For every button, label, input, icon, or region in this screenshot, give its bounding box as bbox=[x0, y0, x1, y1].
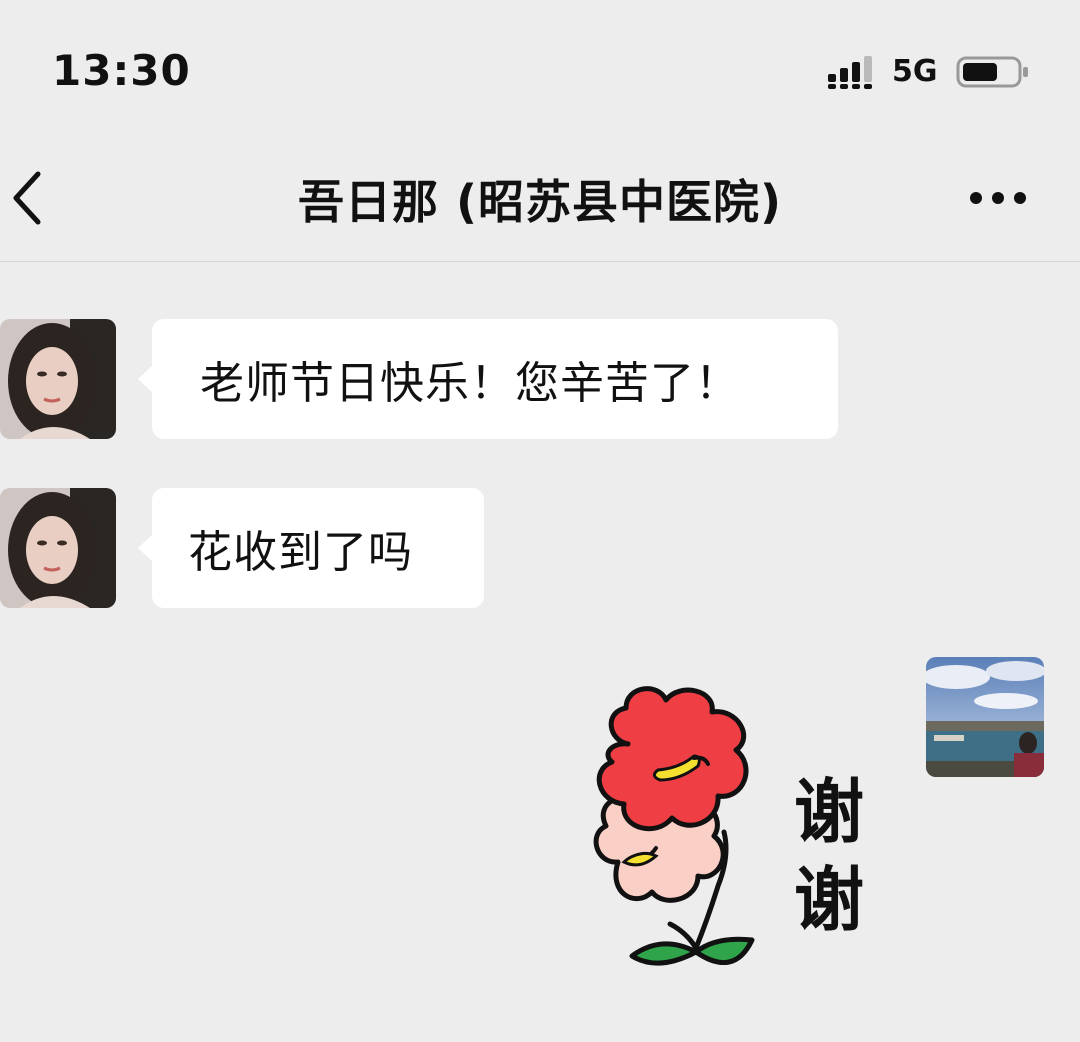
sticker-caption-1: 谢 bbox=[794, 771, 864, 853]
network-label: 5G bbox=[892, 54, 938, 89]
contact-avatar[interactable] bbox=[0, 319, 116, 439]
message-bubble[interactable]: 老师节日快乐！您辛苦了！ bbox=[138, 319, 838, 439]
contact-avatar-image bbox=[0, 319, 116, 439]
signal-icon bbox=[828, 56, 872, 89]
more-dots-icon[interactable] bbox=[966, 180, 1030, 216]
leaf-right bbox=[693, 936, 755, 965]
self-avatar-image bbox=[926, 657, 1044, 777]
red-flower bbox=[596, 686, 749, 832]
message-text: 花收到了吗 bbox=[188, 527, 413, 578]
chat-title: 吾日那 (昭苏县中医院) bbox=[297, 175, 783, 229]
battery-icon bbox=[956, 56, 1028, 88]
status-time: 13:30 bbox=[52, 46, 191, 95]
leaf-left bbox=[629, 941, 699, 966]
message-bubble[interactable]: 花收到了吗 bbox=[138, 488, 484, 608]
contact-avatar-image bbox=[0, 488, 116, 608]
flower-thanks-sticker[interactable]: 谢 谢 bbox=[548, 686, 888, 1006]
contact-avatar[interactable] bbox=[0, 488, 116, 608]
message-text: 老师节日快乐！您辛苦了！ bbox=[200, 358, 740, 409]
sticker-caption-2: 谢 bbox=[794, 859, 864, 941]
self-avatar[interactable] bbox=[926, 657, 1044, 777]
status-bar: 13:30 5G bbox=[0, 0, 1080, 140]
chat-header: 吾日那 (昭苏县中医院) bbox=[0, 140, 1080, 262]
